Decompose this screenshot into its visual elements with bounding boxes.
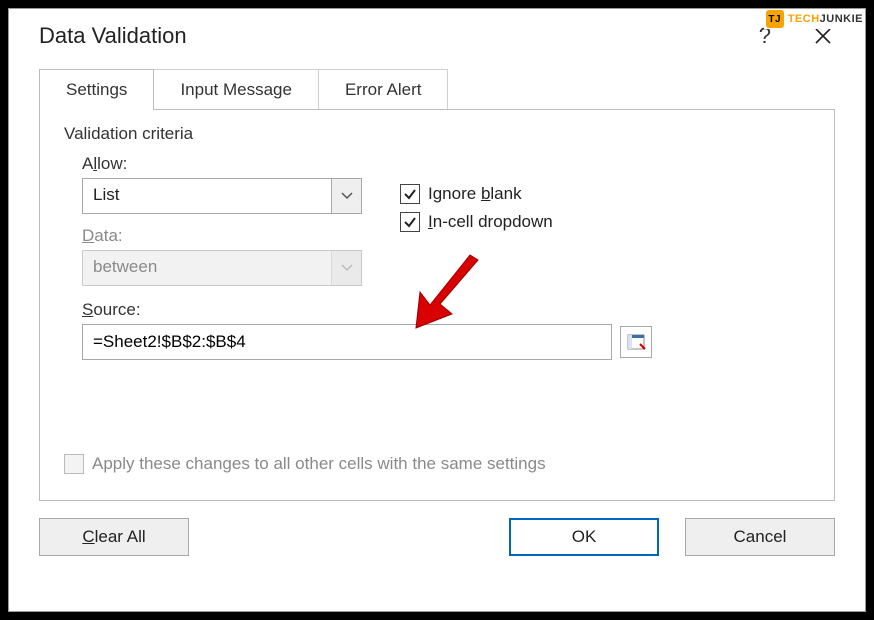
dialog-buttons: Clear All OK Cancel <box>9 502 865 576</box>
checkmark-icon <box>403 215 417 229</box>
checkbox-box <box>64 454 84 474</box>
titlebar: Data Validation ? <box>9 9 865 57</box>
apply-all-checkbox: Apply these changes to all other cells w… <box>64 454 546 474</box>
incell-dropdown-checkbox[interactable]: In-cell dropdown <box>400 212 553 232</box>
tab-error-alert[interactable]: Error Alert <box>318 69 449 110</box>
watermark-text-1: TECH <box>788 13 820 25</box>
cancel-button[interactable]: Cancel <box>685 518 835 556</box>
close-icon <box>813 26 833 46</box>
criteria-label: Validation criteria <box>64 124 810 144</box>
incell-dropdown-label: In-cell dropdown <box>428 212 553 232</box>
watermark-logo: TJ <box>766 10 784 28</box>
range-selector-button[interactable] <box>620 326 652 358</box>
checkbox-box <box>400 184 420 204</box>
checkmark-icon <box>403 187 417 201</box>
settings-panel: Validation criteria Allow: List Data: be… <box>39 109 835 501</box>
watermark-text-2: JUNKIE <box>820 13 863 25</box>
tab-input-message[interactable]: Input Message <box>153 69 319 110</box>
clear-all-button[interactable]: Clear All <box>39 518 189 556</box>
ignore-blank-checkbox[interactable]: Ignore blank <box>400 184 553 204</box>
dialog-title: Data Validation <box>39 23 187 49</box>
source-input[interactable] <box>82 324 612 360</box>
allow-value: List <box>83 179 331 213</box>
allow-dropdown[interactable]: List <box>82 178 362 214</box>
source-label: Source: <box>82 300 810 320</box>
dialog-window: TJ TECHJUNKIE Data Validation ? Settings… <box>8 8 866 612</box>
checkbox-box <box>400 212 420 232</box>
data-dropdown-arrow <box>331 251 361 285</box>
watermark: TJ TECHJUNKIE <box>764 9 865 29</box>
range-selector-icon <box>626 332 646 352</box>
apply-all-label: Apply these changes to all other cells w… <box>92 454 546 474</box>
allow-label: Allow: <box>82 154 382 174</box>
allow-dropdown-arrow[interactable] <box>331 179 361 213</box>
tab-settings[interactable]: Settings <box>39 69 154 110</box>
ignore-blank-label: Ignore blank <box>428 184 522 204</box>
data-value: between <box>83 251 331 285</box>
chevron-down-icon <box>341 264 353 272</box>
tabs: Settings Input Message Error Alert <box>9 57 865 110</box>
ok-button[interactable]: OK <box>509 518 659 556</box>
data-label: Data: <box>82 226 382 246</box>
chevron-down-icon <box>341 192 353 200</box>
data-dropdown: between <box>82 250 362 286</box>
